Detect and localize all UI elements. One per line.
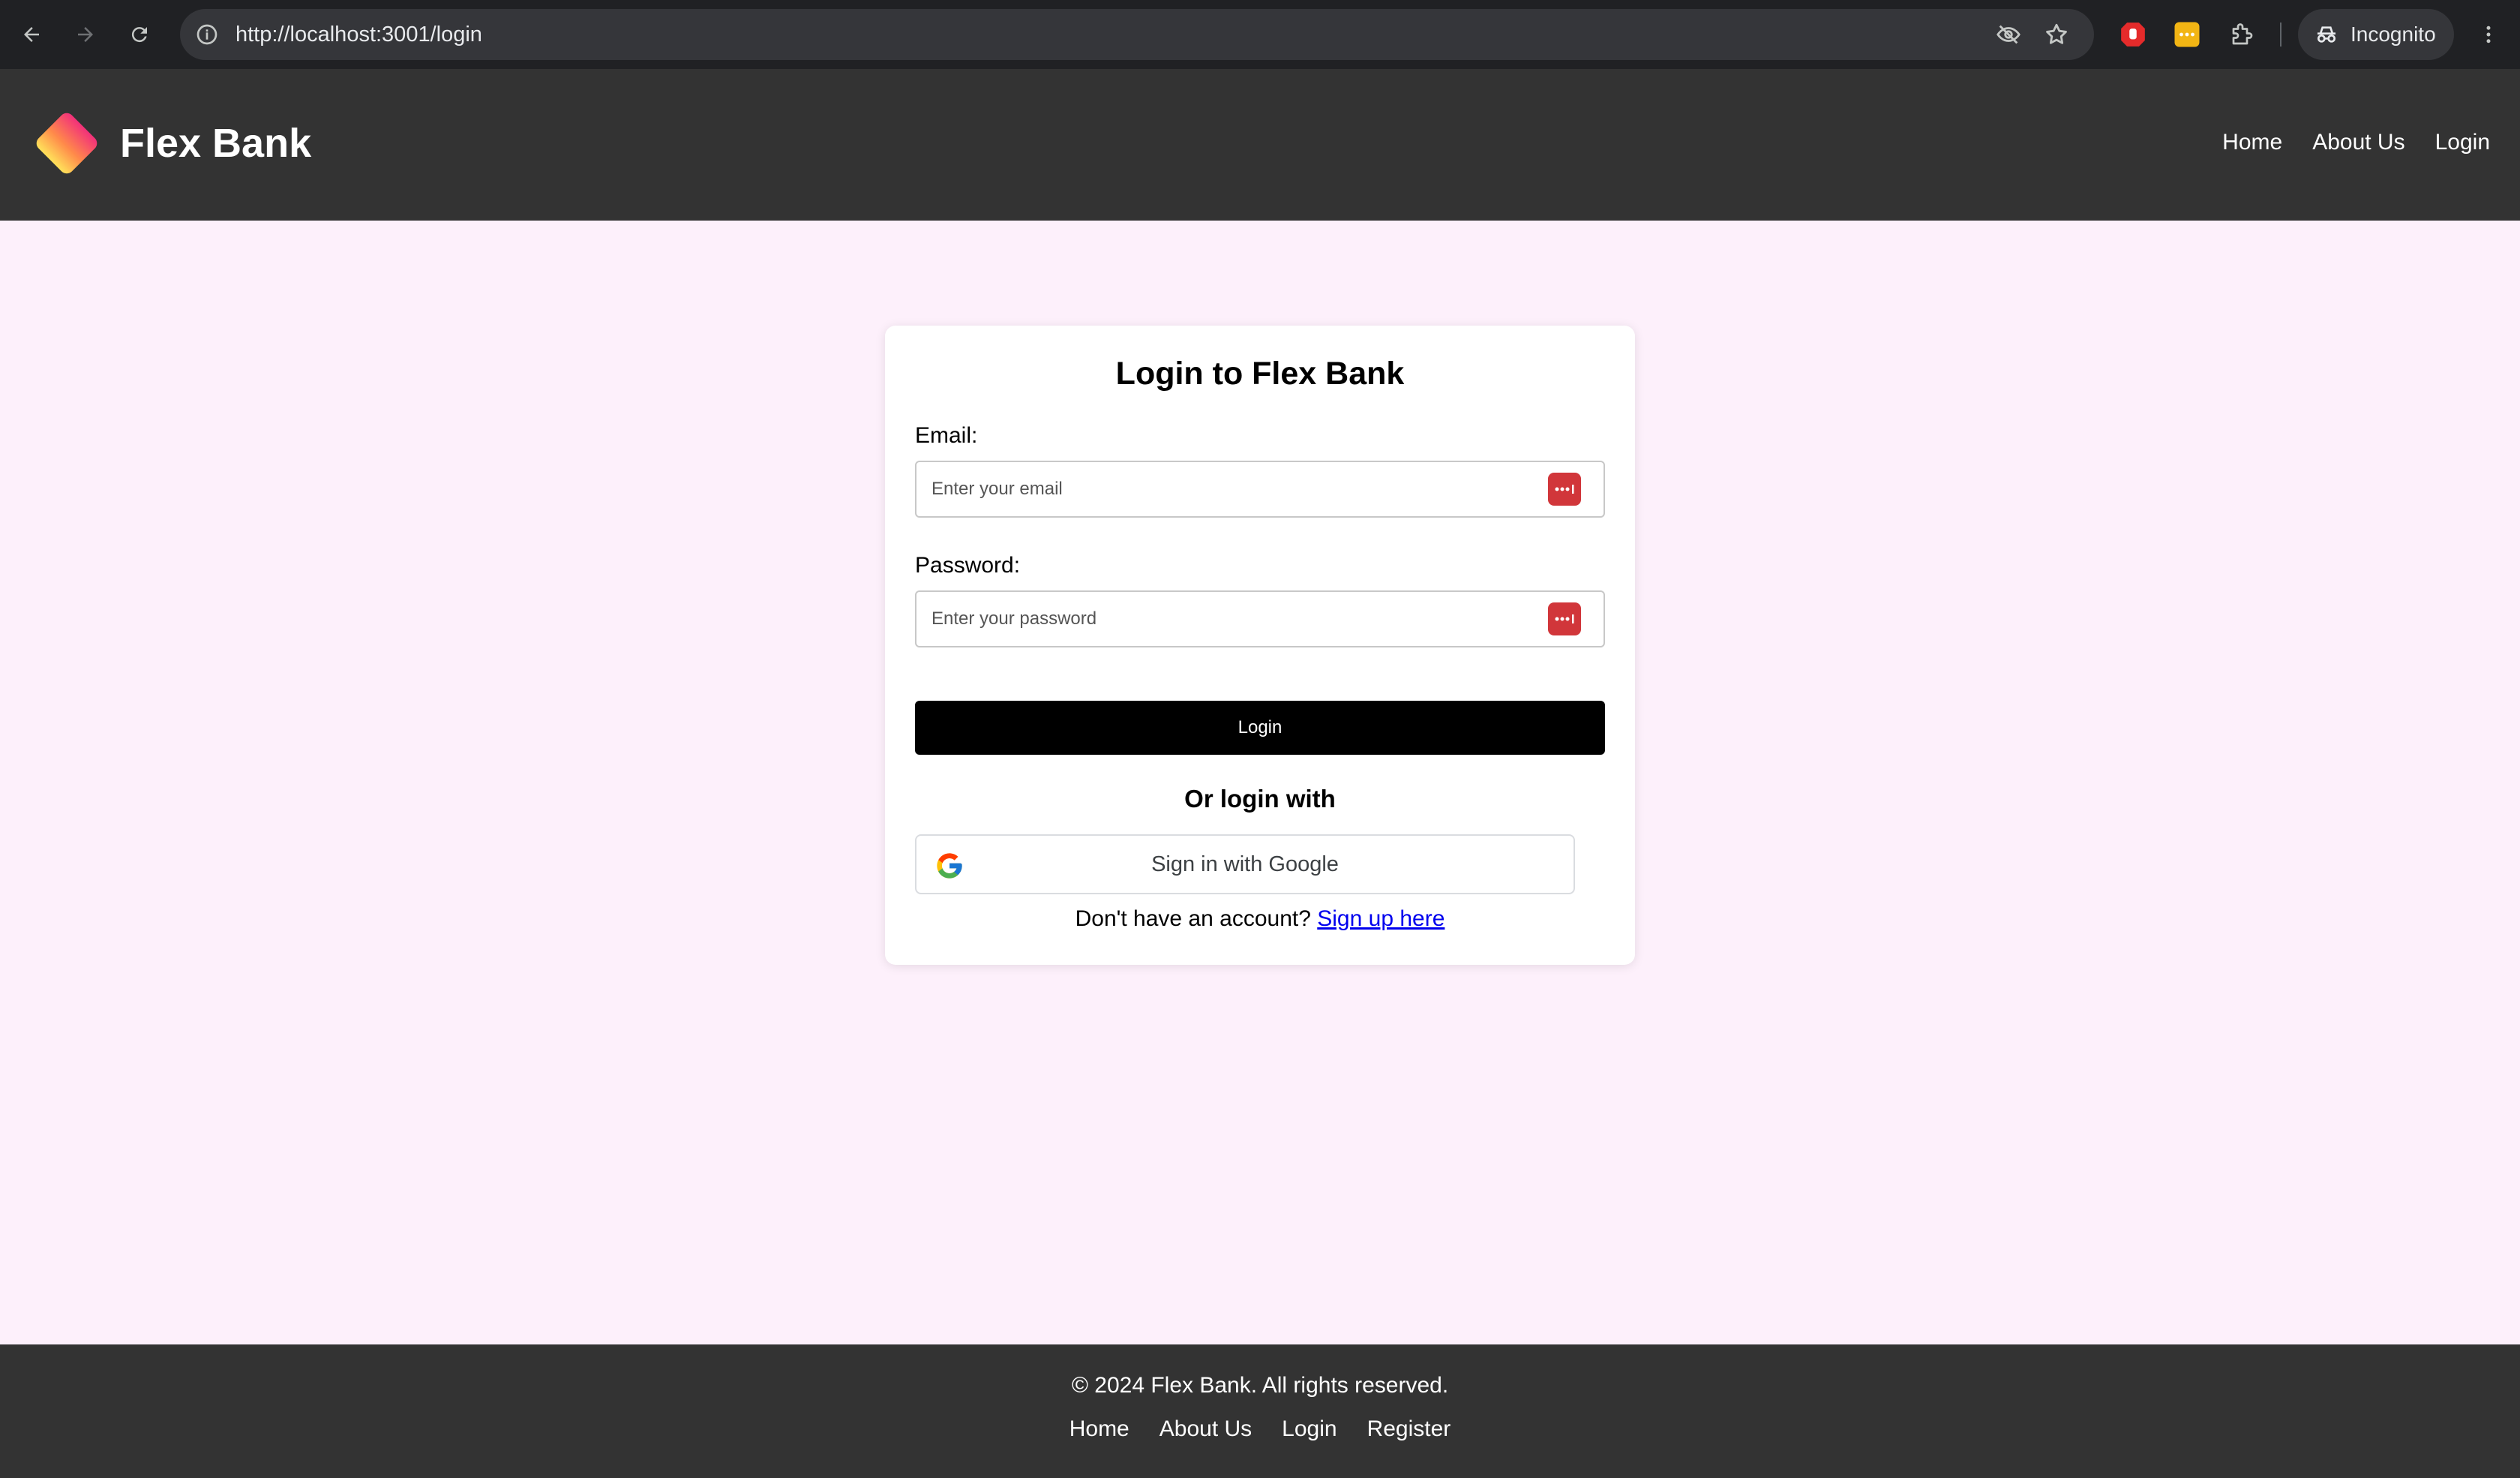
forward-arrow-icon [78, 27, 93, 42]
back-arrow-icon [24, 27, 39, 42]
signup-link[interactable]: Sign up here [1317, 906, 1444, 931]
footer-home-link[interactable]: Home [1070, 1416, 1130, 1442]
site-footer: © 2024 Flex Bank. All rights reserved. H… [0, 1344, 2520, 1478]
nav-home-link[interactable]: Home [2222, 123, 2282, 162]
login-button[interactable]: Login [915, 701, 1605, 755]
flex-bank-logo-icon[interactable] [30, 107, 104, 180]
footer-about-link[interactable]: About Us [1160, 1416, 1252, 1442]
nav-about-link[interactable]: About Us [2312, 123, 2404, 162]
nav-login-link[interactable]: Login [2435, 123, 2490, 162]
password-manager-icon[interactable] [2172, 20, 2202, 50]
url-text[interactable]: http://localhost:3001/login [236, 9, 482, 60]
password-manager-fill-icon[interactable] [1548, 473, 1581, 506]
signup-prompt: Don't have an account? [1075, 906, 1311, 931]
forward-button[interactable] [69, 18, 102, 51]
password-label: Password: [915, 553, 1021, 578]
address-bar[interactable]: http://localhost:3001/login [180, 9, 2094, 60]
eye-off-icon[interactable] [1995, 21, 2022, 48]
kebab-menu-icon [2486, 26, 2491, 44]
password-manager-fill-icon[interactable] [1548, 602, 1581, 635]
incognito-badge[interactable]: Incognito [2298, 9, 2454, 60]
puzzle-icon[interactable] [2228, 20, 2258, 50]
browser-toolbar: http://localhost:3001/login Incognito [0, 0, 2520, 69]
email-field[interactable] [915, 461, 1605, 518]
incognito-label: Incognito [2350, 23, 2436, 46]
signup-row: Don't have an account? Sign up here [885, 906, 1635, 932]
incognito-icon [2318, 26, 2336, 43]
adblock-icon[interactable] [2118, 20, 2148, 50]
top-nav: Home About Us Login [2222, 123, 2490, 162]
password-field[interactable] [915, 590, 1605, 647]
reload-button[interactable] [123, 18, 156, 51]
email-label: Email: [915, 423, 978, 448]
browser-menu-button[interactable] [2472, 18, 2505, 51]
back-button[interactable] [15, 18, 48, 51]
page-content: Login to Flex Bank Email: Password: Logi… [0, 221, 2520, 1344]
star-icon[interactable] [2043, 21, 2070, 48]
footer-login-link[interactable]: Login [1282, 1416, 1336, 1442]
or-login-with-heading: Or login with [1184, 785, 1336, 813]
reload-icon [131, 27, 147, 43]
google-button-label: Sign in with Google [1151, 852, 1339, 876]
google-sign-in-button[interactable]: Sign in with Google [915, 834, 1575, 894]
login-title: Login to Flex Bank [1115, 356, 1405, 392]
login-card: Login to Flex Bank Email: Password: Logi… [885, 326, 1635, 965]
toolbar-divider [2280, 23, 2282, 47]
site-info-icon[interactable] [195, 23, 219, 47]
copyright-text: © 2024 Flex Bank. All rights reserved. [1071, 1373, 1449, 1398]
site-header: Flex Bank Home About Us Login [0, 69, 2520, 221]
footer-register-link[interactable]: Register [1367, 1416, 1451, 1442]
brand-name[interactable]: Flex Bank [120, 117, 311, 170]
footer-nav: Home About Us Login Register [0, 1416, 2520, 1442]
